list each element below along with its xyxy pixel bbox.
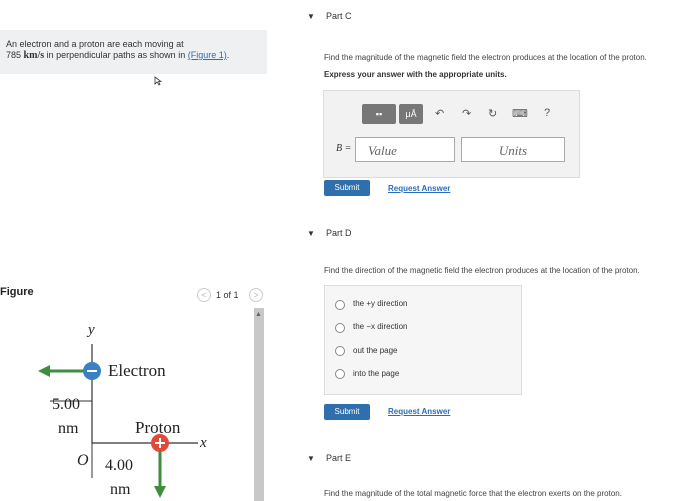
scroll-up-icon[interactable]: ▲ xyxy=(255,311,262,318)
speed-value: 785 xyxy=(6,50,22,60)
part-d-submit-button[interactable]: Submit xyxy=(324,404,370,420)
part-c-instruction: Express your answer with the appropriate… xyxy=(324,70,507,79)
choice-label-4[interactable]: into the page xyxy=(353,369,399,378)
y-axis-label: y xyxy=(88,322,95,338)
part-c-submit-button[interactable]: Submit xyxy=(324,180,370,196)
proton-arrowhead-icon xyxy=(154,486,166,498)
collapse-part-d-icon[interactable]: ▼ xyxy=(307,229,315,238)
figure-label: Figure xyxy=(0,286,34,298)
pager-next-button[interactable]: > xyxy=(249,288,263,302)
vertical-distance-value: 5.00 xyxy=(52,396,80,413)
pager-prev-button[interactable]: < xyxy=(197,288,211,302)
part-c-title[interactable]: Part C xyxy=(326,11,352,21)
choice-label-3[interactable]: out the page xyxy=(353,346,397,355)
part-c-question: Find the magnitude of the magnetic field… xyxy=(324,53,647,62)
variable-label: B = xyxy=(336,143,352,154)
templates-button[interactable]: ▪▪ xyxy=(362,104,396,124)
mouse-cursor-icon xyxy=(154,76,163,86)
part-d-title[interactable]: Part D xyxy=(326,228,352,238)
part-e-title[interactable]: Part E xyxy=(326,453,351,463)
keyboard-icon[interactable]: ⌨ xyxy=(512,107,528,120)
choice-radio-2[interactable] xyxy=(335,323,345,333)
x-axis-label: x xyxy=(200,435,207,451)
part-d-request-answer-link[interactable]: Request Answer xyxy=(388,407,450,416)
answer-entry-box xyxy=(323,90,580,178)
part-d-question: Find the direction of the magnetic field… xyxy=(324,266,640,275)
horizontal-distance-value: 4.00 xyxy=(105,457,133,474)
problem-line-1: An electron and a proton are each moving… xyxy=(6,39,184,49)
choice-radio-1[interactable] xyxy=(335,300,345,310)
choice-label-2[interactable]: the −x direction xyxy=(353,322,407,331)
origin-label: O xyxy=(77,452,89,469)
proton-label: Proton xyxy=(135,418,181,437)
electron-arrowhead-icon xyxy=(38,365,50,377)
horizontal-distance-unit: nm xyxy=(110,481,131,498)
choice-radio-4[interactable] xyxy=(335,369,345,379)
undo-icon[interactable]: ↶ xyxy=(435,107,444,120)
vertical-distance-unit: nm xyxy=(58,420,79,437)
units-symbol-button[interactable]: μÅ xyxy=(399,104,423,124)
help-icon[interactable]: ? xyxy=(544,107,550,119)
problem-line-2: in perpendicular paths as shown in xyxy=(44,50,188,60)
figure-scrollbar[interactable] xyxy=(254,308,264,501)
part-c-request-answer-link[interactable]: Request Answer xyxy=(388,184,450,193)
pager-text: 1 of 1 xyxy=(216,290,239,300)
problem-line-end: . xyxy=(226,50,230,60)
speed-unit: km/s xyxy=(23,50,45,61)
part-e-question: Find the magnitude of the total magnetic… xyxy=(324,489,622,498)
collapse-part-e-icon[interactable]: ▼ xyxy=(307,454,315,463)
units-input[interactable]: Units xyxy=(461,137,565,162)
figure-link[interactable]: (Figure 1) xyxy=(188,50,227,60)
electron-label: Electron xyxy=(108,361,166,380)
choice-label-1[interactable]: the +y direction xyxy=(353,299,407,308)
value-input[interactable]: Value xyxy=(355,137,455,162)
reset-icon[interactable]: ↻ xyxy=(488,107,497,120)
choice-radio-3[interactable] xyxy=(335,346,345,356)
redo-icon[interactable]: ↷ xyxy=(462,107,471,120)
collapse-part-c-icon[interactable]: ▼ xyxy=(307,12,315,21)
problem-statement: An electron and a proton are each moving… xyxy=(6,39,264,61)
